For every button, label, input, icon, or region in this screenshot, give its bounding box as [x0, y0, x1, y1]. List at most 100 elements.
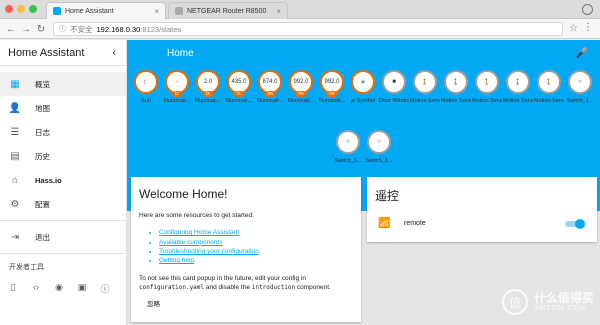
- state-badge[interactable]: - lx Illuminati...: [162, 70, 192, 105]
- forward-icon[interactable]: →: [19, 22, 33, 36]
- sidebar-item-logbook[interactable]: ☰ 日志: [0, 120, 126, 144]
- link-components[interactable]: Available components: [159, 238, 353, 247]
- browser-window: Home Assistant × NETGEAR Router R8500 × …: [0, 0, 600, 325]
- state-badge[interactable]: ○ Switch_1...: [333, 130, 363, 165]
- state-badge[interactable]: 🚶 Motion Sensor_1...: [410, 70, 440, 105]
- badge-circle: 992.0 lm: [289, 70, 313, 97]
- state-badge[interactable]: 435.0 lx Illuminati...: [224, 70, 254, 105]
- remote-toggle[interactable]: [565, 218, 585, 229]
- badge-unit: lm: [264, 91, 276, 97]
- badge-label: Door Window Sensor_1...: [379, 98, 409, 104]
- badge-label: Motion Sensor_1...: [534, 98, 564, 104]
- link-getting-help[interactable]: Getting help: [159, 256, 353, 265]
- bookmark-star-icon[interactable]: ☆: [569, 23, 578, 34]
- list-icon: ☰: [10, 126, 20, 138]
- state-badge[interactable]: ☀ yr Symbol: [348, 70, 378, 105]
- remote-entity-row: 📶 remote: [375, 218, 589, 229]
- close-tab-icon[interactable]: ×: [276, 7, 281, 16]
- tab-home-assistant[interactable]: Home Assistant ×: [46, 2, 166, 19]
- tab-netgear-router[interactable]: NETGEAR Router R8500 ×: [168, 2, 288, 19]
- close-tab-icon[interactable]: ×: [154, 7, 159, 16]
- sidebar-header: Home Assistant ‹: [0, 40, 126, 66]
- broadcast-dev-icon[interactable]: ◉: [53, 282, 65, 295]
- welcome-title: Welcome Home!: [139, 187, 228, 201]
- sidebar-item-hassio[interactable]: ⌂ Hass.io: [0, 168, 126, 192]
- badge-unit: lx: [234, 91, 244, 97]
- state-badge[interactable]: 992.0 lm Illuminati...: [286, 70, 316, 105]
- collapse-sidebar-icon[interactable]: ‹: [112, 47, 116, 59]
- sidebar-item-logout[interactable]: ⇥ 退出: [0, 225, 126, 249]
- dismiss-button[interactable]: 忽略: [147, 298, 160, 308]
- back-icon[interactable]: ←: [4, 22, 18, 36]
- state-badge[interactable]: 🚶 Motion Sensor_1...: [472, 70, 502, 105]
- watermark-logo: 值: [501, 289, 528, 315]
- badge-circle: 🚶: [413, 70, 437, 94]
- close-window-button[interactable]: [5, 5, 13, 13]
- sidebar-divider: [0, 220, 126, 221]
- state-badge[interactable]: 2.0 lx Illuminati...: [193, 70, 223, 105]
- minimize-window-button[interactable]: [17, 5, 25, 13]
- reload-icon[interactable]: ↻: [34, 22, 48, 36]
- badge-value: 🚶: [452, 79, 460, 86]
- file-dev-icon[interactable]: ▣: [76, 282, 88, 295]
- state-badge[interactable]: 874.0 lm Illuminati...: [255, 70, 285, 105]
- badge-circle: 992.0 lm: [320, 70, 344, 97]
- state-badge[interactable]: 992.0 lm Illuminati...: [317, 70, 347, 105]
- microphone-icon[interactable]: 🎤: [576, 48, 588, 59]
- link-configuring[interactable]: Configuring Home Assistant: [159, 228, 353, 237]
- badge-label: Illuminati...: [318, 98, 346, 104]
- sidebar: Home Assistant ‹ ▦ 概览 👤 地图 ☰ 日志 ▤ 历史 ⌂ H…: [0, 40, 127, 325]
- sidebar-item-overview[interactable]: ▦ 概览: [0, 72, 126, 96]
- address-bar[interactable]: ⓘ 不安全 192.168.0.30 :8123/states: [53, 22, 563, 36]
- sidebar-item-config[interactable]: ⚙ 配置: [0, 192, 126, 216]
- sidebar-item-label: 配置: [35, 199, 50, 209]
- sidebar-item-label: 历史: [35, 151, 50, 161]
- page-favicon-icon: [175, 7, 183, 15]
- badge-value: ☀: [360, 79, 366, 86]
- state-badge[interactable]: ☾ Sun: [131, 70, 161, 105]
- profile-icon[interactable]: [582, 4, 593, 15]
- chart-icon: ▤: [10, 150, 20, 162]
- page-title: Home: [167, 47, 194, 59]
- remote-entity-label[interactable]: remote: [404, 220, 426, 227]
- remote-icon: 📶: [378, 218, 391, 229]
- state-badge[interactable]: ○ Switch_1...: [565, 70, 595, 105]
- sidebar-item-map[interactable]: 👤 地图: [0, 96, 126, 120]
- home-assistant-favicon-icon: [53, 7, 61, 15]
- badge-unit: lx: [172, 91, 182, 97]
- app-title: Home Assistant: [8, 46, 85, 59]
- badge-value: 874.0: [262, 79, 278, 85]
- main-content: Home 🎤 ☾ Sun - lx Illuminati... 2.0 lx Illumina…: [127, 40, 600, 325]
- state-badge[interactable]: ■ Door Window Sensor_1...: [379, 70, 409, 105]
- code-dev-icon[interactable]: ‹›: [30, 282, 42, 295]
- dev-tools-row: ▯ ‹› ◉ ▣ ⓘ: [0, 276, 118, 301]
- note-code: introduction: [251, 283, 296, 291]
- note-text: component.: [295, 283, 331, 291]
- state-badge[interactable]: 🚶 Motion Sensor_1...: [441, 70, 471, 105]
- state-badge[interactable]: ○ Switch_1...: [364, 130, 394, 165]
- badge-label: Motion Sensor_1...: [441, 98, 471, 104]
- info-icon[interactable]: ⓘ: [59, 24, 66, 34]
- badge-circle: 435.0 lx: [227, 70, 251, 97]
- state-badge[interactable]: 🚶 Motion Sensor_1...: [503, 70, 533, 105]
- person-icon: 👤: [8, 102, 22, 114]
- welcome-intro: Here are some resources to get started:: [139, 212, 254, 219]
- badge-label: Illuminati...: [163, 98, 191, 104]
- badge-value: ○: [578, 79, 582, 85]
- url-path: :8123/states: [140, 24, 182, 34]
- logout-icon: ⇥: [10, 231, 20, 243]
- dev-tools-title: 开发者工具: [9, 264, 44, 271]
- state-badge[interactable]: 🚶 Motion Sensor_1...: [534, 70, 564, 105]
- link-troubleshooting[interactable]: Troubleshooting your configuration: [159, 247, 353, 256]
- badge-value: 435.0: [231, 79, 247, 85]
- remote-dev-icon[interactable]: ▯: [7, 282, 19, 295]
- maximize-window-button[interactable]: [29, 5, 37, 13]
- badge-label: Motion Sensor_1...: [472, 98, 502, 104]
- info-dev-icon[interactable]: ⓘ: [99, 282, 111, 295]
- welcome-note: To not see this card popup in the future…: [139, 274, 353, 292]
- badge-circle: 2.0 lx: [196, 70, 220, 97]
- badge-value: ○: [377, 139, 381, 145]
- browser-menu-icon[interactable]: ⋮: [583, 22, 593, 33]
- badge-label: yr Symbol: [350, 98, 376, 104]
- sidebar-item-history[interactable]: ▤ 历史: [0, 144, 126, 168]
